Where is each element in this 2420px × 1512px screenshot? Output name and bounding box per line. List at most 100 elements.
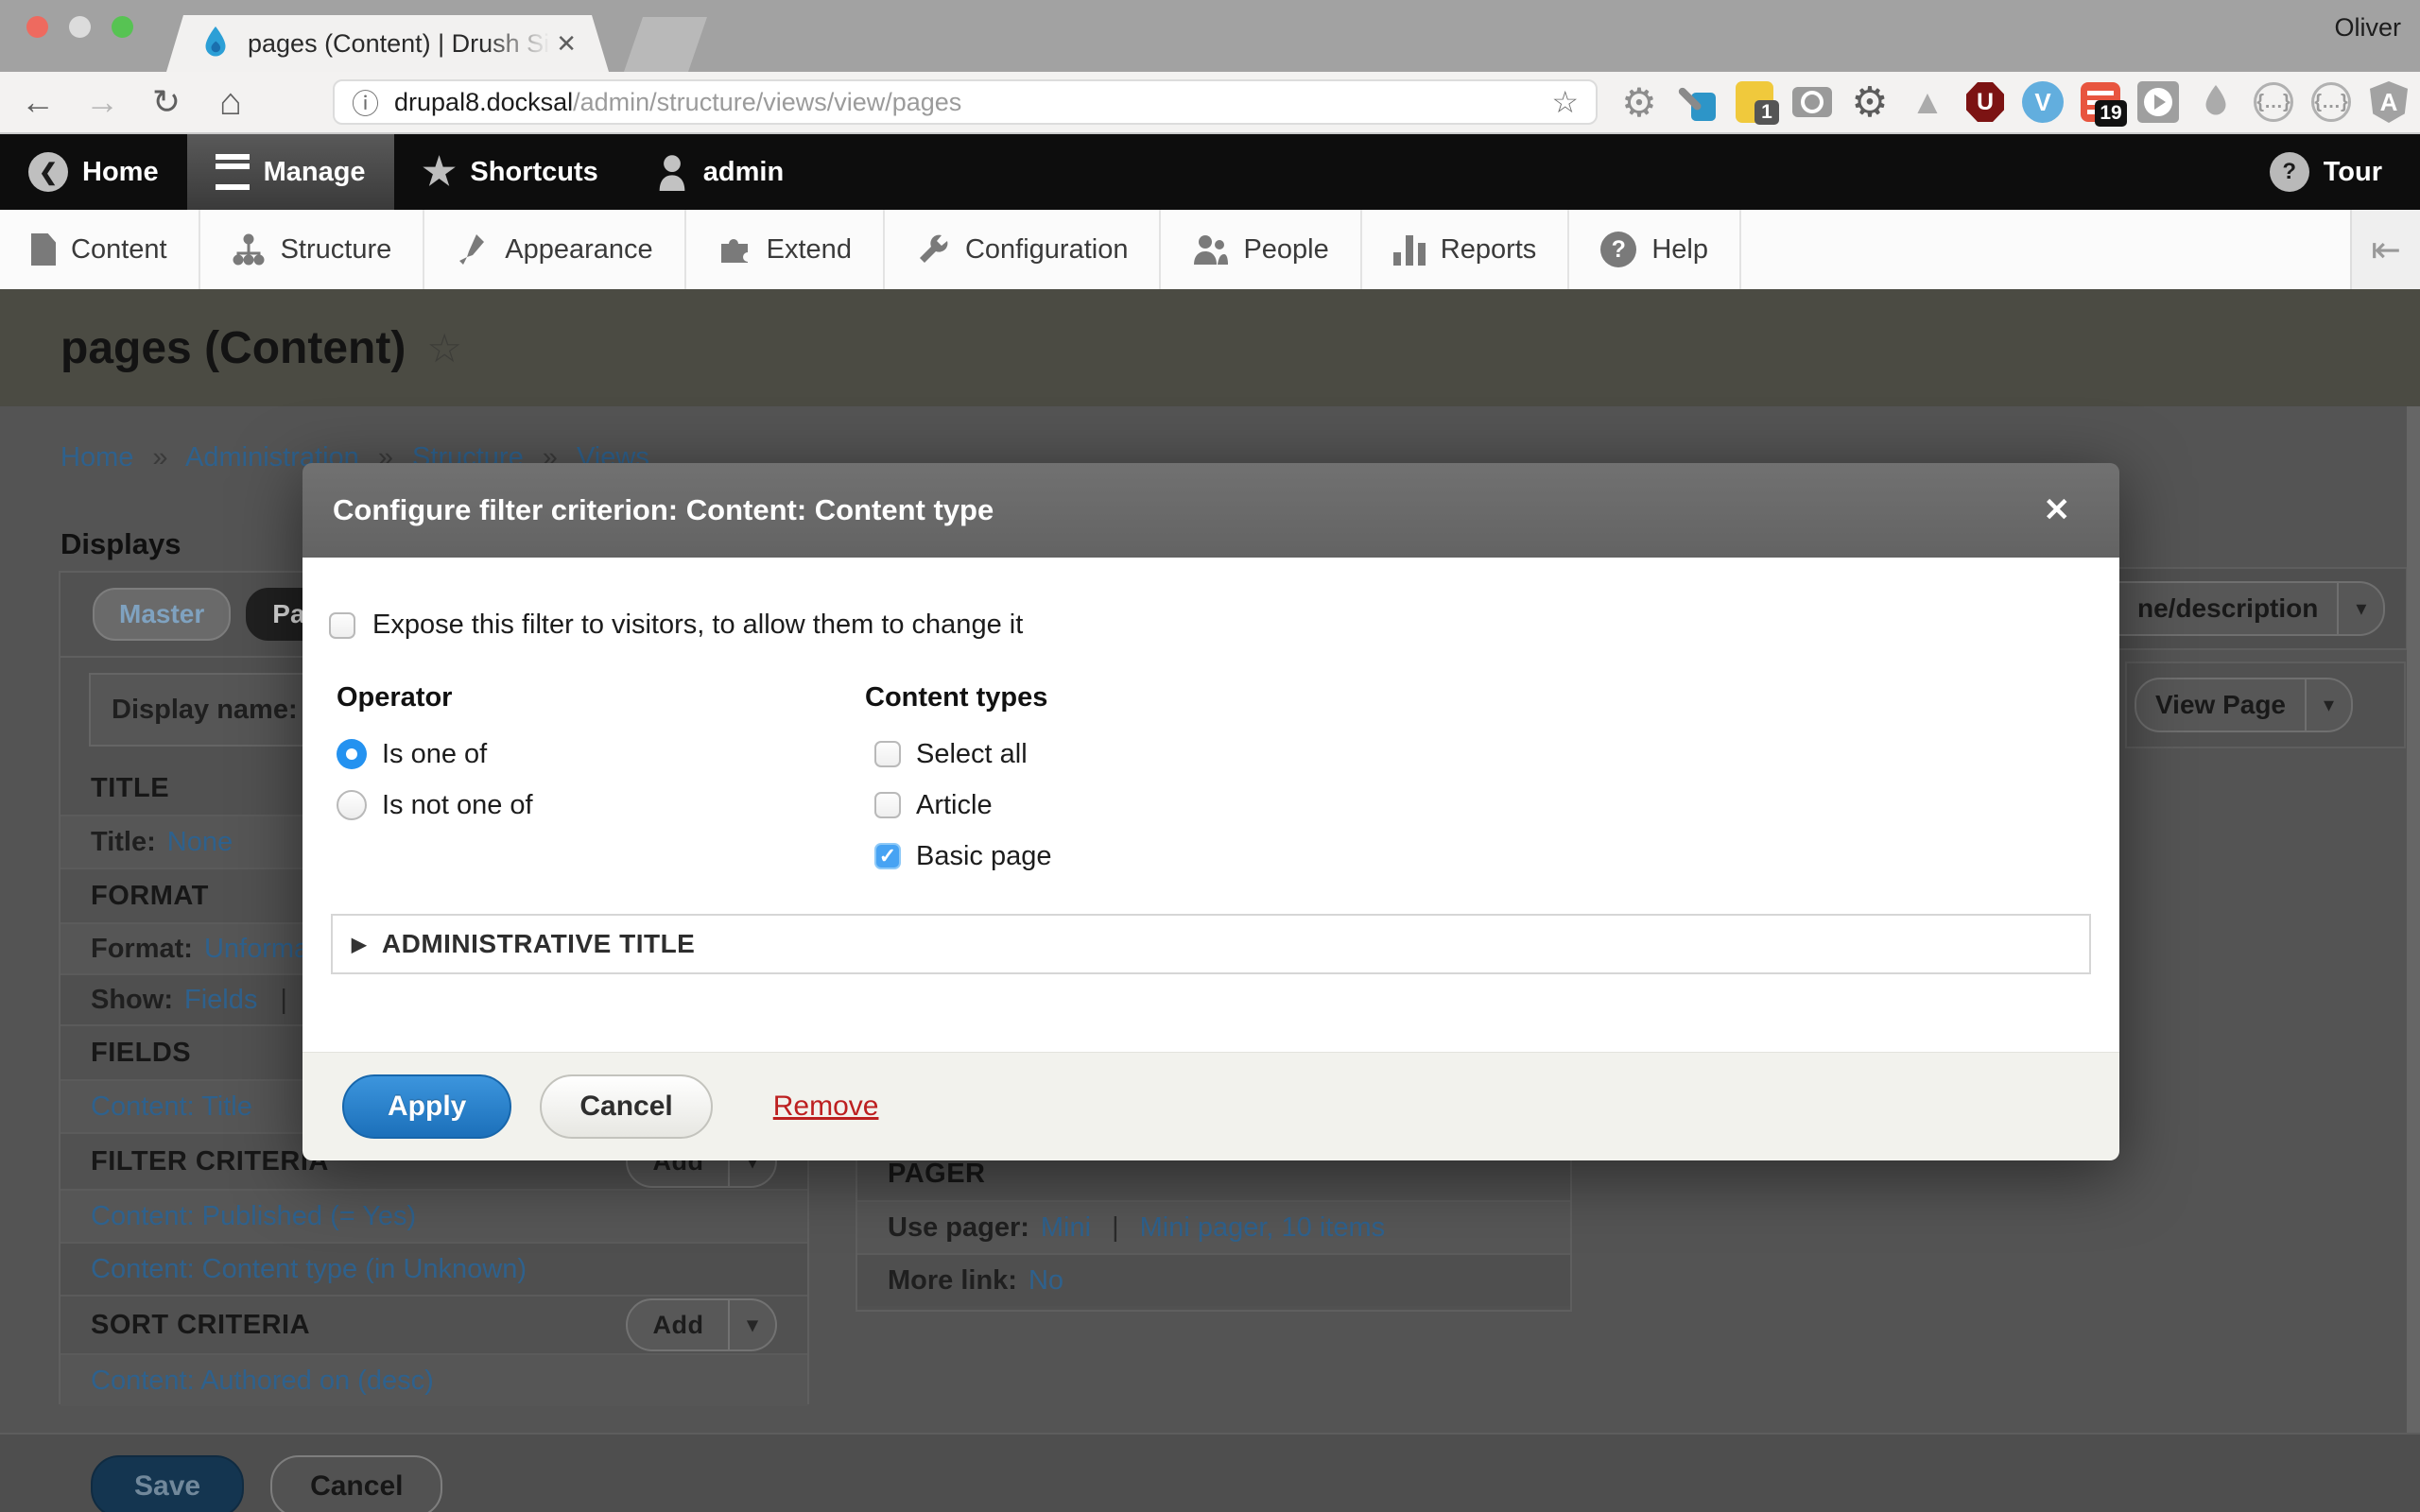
show-value-link[interactable]: Fields [184,985,257,1016]
favorite-star-icon[interactable]: ☆ [426,325,462,371]
camera-extension-icon[interactable] [1791,81,1833,123]
breadcrumb-home[interactable]: Home [60,442,133,472]
angular-extension-icon[interactable]: A [2368,81,2410,123]
page-title: pages (Content) [60,322,406,374]
menu-item-appearance[interactable]: Appearance [424,210,685,289]
scroll-gutter[interactable] [2407,406,2420,1512]
back-to-site-icon: ❮ [28,152,68,192]
view-page-box: View Page ▾ [2125,662,2406,748]
filter-published-link[interactable]: Content: Published (= Yes) [91,1201,416,1232]
fields-row-link[interactable]: Content: Title [91,1091,252,1123]
tab-master[interactable]: Master [93,588,231,641]
browser-tab[interactable]: pages (Content) | Drush Site-In ✕ [166,15,609,72]
tab-close-icon[interactable]: ✕ [556,29,577,59]
traffic-light-zoom-icon[interactable] [112,16,133,38]
cancel-button[interactable]: Cancel [540,1074,712,1139]
paintbrush-icon [456,232,490,266]
radio-is-one-of[interactable] [337,739,367,769]
operator-option-is-one-of[interactable]: Is one of [337,738,533,770]
home-icon[interactable]: ⌂ [202,72,259,132]
basic-page-checkbox[interactable]: ✓ [874,843,901,869]
traffic-light-close-icon[interactable] [26,16,48,38]
filter-content-type-link[interactable]: Content: Content type (in Unknown) [91,1254,527,1285]
drupal-extension-icon[interactable] [2195,81,2237,123]
apply-button[interactable]: Apply [342,1074,511,1139]
reload-icon[interactable]: ↻ [138,72,195,132]
forward-icon[interactable]: → [74,72,130,132]
menu-label: People [1243,234,1328,266]
content-types-column: Content types Select all Article ✓ Basic… [865,682,1052,891]
dialog-body: Expose this filter to visitors, to allow… [302,558,2119,1052]
new-tab-button[interactable] [624,17,707,72]
braces-extension-icon[interactable]: {…} [2253,81,2294,123]
operator-option-is-not-one-of[interactable]: Is not one of [337,789,533,821]
article-checkbox[interactable] [874,792,901,818]
fieldset-expand-icon[interactable]: ▶ [352,933,367,956]
page-info-icon[interactable]: ⓘ [352,82,379,122]
view-page-caret-icon[interactable]: ▾ [2305,679,2351,730]
menu-item-extend[interactable]: Extend [686,210,885,289]
toolbar-collapse-button[interactable]: ⇤ [2350,210,2420,289]
menu-label: Help [1651,234,1708,266]
page-cancel-button[interactable]: Cancel [270,1455,442,1512]
content-type-option-select-all[interactable]: Select all [874,738,1052,770]
select-all-checkbox[interactable] [874,741,901,767]
administrative-title-fieldset[interactable]: ▶ ADMINISTRATIVE TITLE [331,914,2091,974]
remove-link[interactable]: Remove [773,1091,879,1123]
view-page-button[interactable]: View Page ▾ [2135,678,2353,732]
toolbar-item-shortcuts[interactable]: ★ Shortcuts [394,134,627,210]
drive-extension-icon[interactable]: ▲ [1907,81,1948,123]
content-type-option-article[interactable]: Article [874,789,1052,821]
content-type-option-basic-page[interactable]: ✓ Basic page [874,840,1052,872]
ublock-extension-icon[interactable]: U [1964,81,2006,123]
sort-authored-link[interactable]: Content: Authored on (desc) [91,1366,434,1397]
more-link-value[interactable]: No [1028,1265,1063,1297]
use-pager-link[interactable]: Mini [1041,1212,1091,1244]
browser-profile-name[interactable]: Oliver [2334,13,2401,43]
gear-extension-icon[interactable]: ⚙ [1618,81,1660,123]
radio-is-not-one-of[interactable] [337,790,367,820]
dialog-footer: Apply Cancel Remove [302,1052,2119,1160]
bookmark-star-icon[interactable]: ☆ [1551,84,1579,120]
toolbar-item-admin[interactable]: admin [627,134,812,210]
sort-add-caret-icon[interactable]: ▾ [728,1300,775,1349]
menu-item-people[interactable]: People [1161,210,1361,289]
traffic-light-minimize-icon[interactable] [69,16,91,38]
hamburger-icon [216,154,250,190]
title-value-link[interactable]: None [167,827,233,858]
toolbar-item-tour[interactable]: ? Tour [2241,134,2420,210]
name-description-caret-icon[interactable]: ▾ [2337,583,2383,634]
dialog-close-icon[interactable]: ✕ [2044,491,2071,529]
edit-name-description-button[interactable]: ne/description ▾ [2118,581,2385,636]
dialog-header[interactable]: Configure filter criterion: Content: Con… [302,463,2119,558]
toolbar-item-manage[interactable]: Manage [187,134,394,210]
show-separator: | [280,985,287,1016]
menu-label: Appearance [505,234,652,266]
format-value-link[interactable]: Unforma [204,934,309,965]
braces2-extension-icon[interactable]: {…} [2310,81,2352,123]
save-button[interactable]: Save [91,1455,244,1512]
use-pager-row: Use pager: Mini | Mini pager, 10 items [857,1200,1570,1253]
sort-add-button[interactable]: Add ▾ [626,1298,777,1351]
menu-item-configuration[interactable]: Configuration [885,210,1162,289]
menu-item-structure[interactable]: Structure [200,210,425,289]
menu-item-content[interactable]: Content [0,210,200,289]
screenshot-extension-icon[interactable]: 1 [1734,81,1775,123]
pager-detail-link[interactable]: Mini pager, 10 items [1140,1212,1386,1244]
address-bar[interactable]: ⓘ drupal8.docksal /admin/structure/views… [333,79,1598,125]
tour-question-icon: ? [2270,152,2309,192]
colorpicker-extension-icon[interactable] [1676,81,1718,123]
expose-filter-checkbox[interactable] [329,612,355,639]
menu-item-help[interactable]: ? Help [1569,210,1741,289]
toolbar-manage-label: Manage [264,157,366,188]
menu-item-reports[interactable]: Reports [1362,210,1570,289]
back-icon[interactable]: ← [9,72,66,132]
bar-chart-icon [1393,233,1426,266]
dark-gear-extension-icon[interactable]: ⚙ [1849,81,1891,123]
url-host: drupal8.docksal [394,88,573,117]
play-extension-icon[interactable] [2137,81,2179,123]
todoist-extension-icon[interactable]: 19 [2080,81,2121,123]
user-icon [655,153,689,191]
v-extension-icon[interactable]: V [2022,81,2064,123]
toolbar-item-home[interactable]: ❮ Home [0,134,187,210]
